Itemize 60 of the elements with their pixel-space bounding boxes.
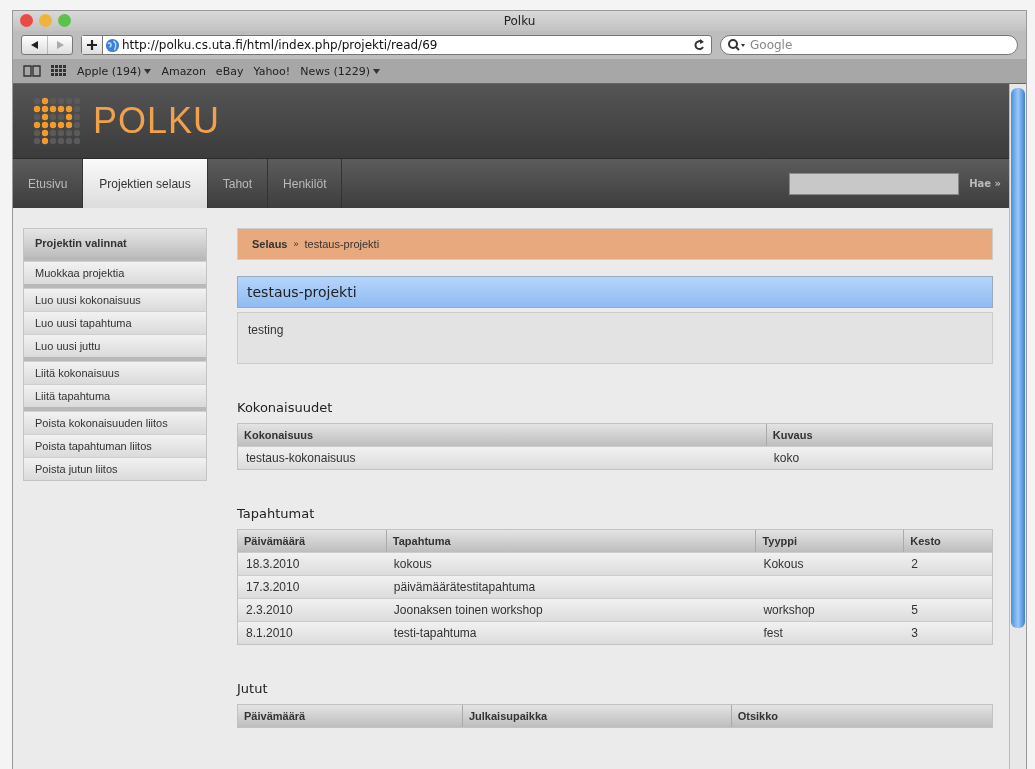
search-button[interactable]: Hae »: [959, 178, 1009, 189]
section-heading: Tapahtumat: [237, 506, 316, 521]
table-cell: 2: [911, 557, 918, 571]
section-heading: Kokonaisuudet: [237, 400, 334, 415]
table-cell: Joonaksen toinen workshop: [393, 603, 543, 617]
close-button[interactable]: [20, 14, 33, 27]
table-cell: 5: [911, 603, 918, 617]
column-header[interactable]: Kuvaus: [765, 424, 992, 446]
breadcrumb-separator: »: [293, 239, 299, 249]
search-icon[interactable]: [727, 38, 747, 52]
table-cell: koko: [773, 451, 800, 465]
caret-icon[interactable]: [144, 68, 152, 74]
table-cell: kokous: [393, 557, 432, 571]
site-search-field[interactable]: [789, 172, 960, 195]
scrollbar[interactable]: [1009, 84, 1026, 769]
table-cell: testi-tapahtuma: [393, 626, 477, 640]
column-header[interactable]: Julkaisupaikka: [461, 705, 731, 727]
column-header[interactable]: Tyyppi: [755, 530, 904, 552]
project-description: testing: [237, 312, 993, 364]
bookmark-link[interactable]: News (1229): [300, 64, 371, 78]
column-header[interactable]: Kesto: [903, 530, 992, 552]
nav-tab[interactable]: Tahot: [207, 159, 269, 208]
column-header[interactable]: Päivämäärä: [238, 705, 462, 727]
table-cell: päivämäärätestitapahtuma: [393, 580, 536, 594]
caret-icon[interactable]: [373, 68, 381, 74]
bookmark-link[interactable]: eBay: [215, 64, 244, 78]
bookmark-link[interactable]: Amazon: [161, 64, 206, 78]
globe-icon: [105, 37, 120, 53]
column-header[interactable]: Kokonaisuus: [238, 424, 766, 446]
sidebar-heading: Projektin valinnat: [24, 229, 206, 257]
dot-grid-logo-icon: [33, 97, 81, 145]
table-cell: Kokous: [763, 557, 804, 571]
section-heading: Jutut: [237, 681, 269, 696]
nav-tab[interactable]: Henkilöt: [268, 159, 343, 208]
column-header[interactable]: Päivämäärä: [238, 530, 386, 552]
grid-icon[interactable]: [51, 65, 67, 77]
column-header[interactable]: Otsikko: [730, 705, 992, 727]
nav-tab[interactable]: Projektien selaus: [83, 159, 208, 208]
add-bookmark-icon[interactable]: [82, 36, 103, 54]
breadcrumb-link[interactable]: Selaus: [252, 238, 288, 250]
table-cell: 8.1.2010: [246, 626, 293, 640]
table-cell: 2.3.2010: [246, 603, 293, 617]
book-icon[interactable]: [23, 65, 41, 77]
bookmark-link[interactable]: Apple (194): [77, 64, 142, 78]
reload-icon[interactable]: [693, 38, 705, 52]
table-cell: workshop: [763, 603, 815, 617]
project-title: testaus-projekti: [237, 276, 993, 308]
column-header[interactable]: Tapahtuma: [385, 530, 756, 552]
table-cell: testaus-kokonaisuus: [246, 451, 356, 465]
back-forward-buttons[interactable]: [21, 35, 73, 55]
table-cell: fest: [763, 626, 783, 640]
window-title: Polku: [503, 14, 536, 28]
address-field[interactable]: http://polku.cs.uta.fi/html/index.php/projekti/read/69: [81, 35, 712, 55]
bookmark-link[interactable]: Yahoo!: [253, 64, 291, 78]
table-cell: 17.3.2010: [246, 580, 300, 594]
table-cell: 18.3.2010: [246, 557, 300, 571]
site-logo[interactable]: POLKU: [93, 100, 221, 142]
breadcrumb-current: testaus-projekti: [304, 238, 380, 250]
search-field[interactable]: Google: [720, 35, 1018, 55]
table-cell: 3: [911, 626, 918, 640]
